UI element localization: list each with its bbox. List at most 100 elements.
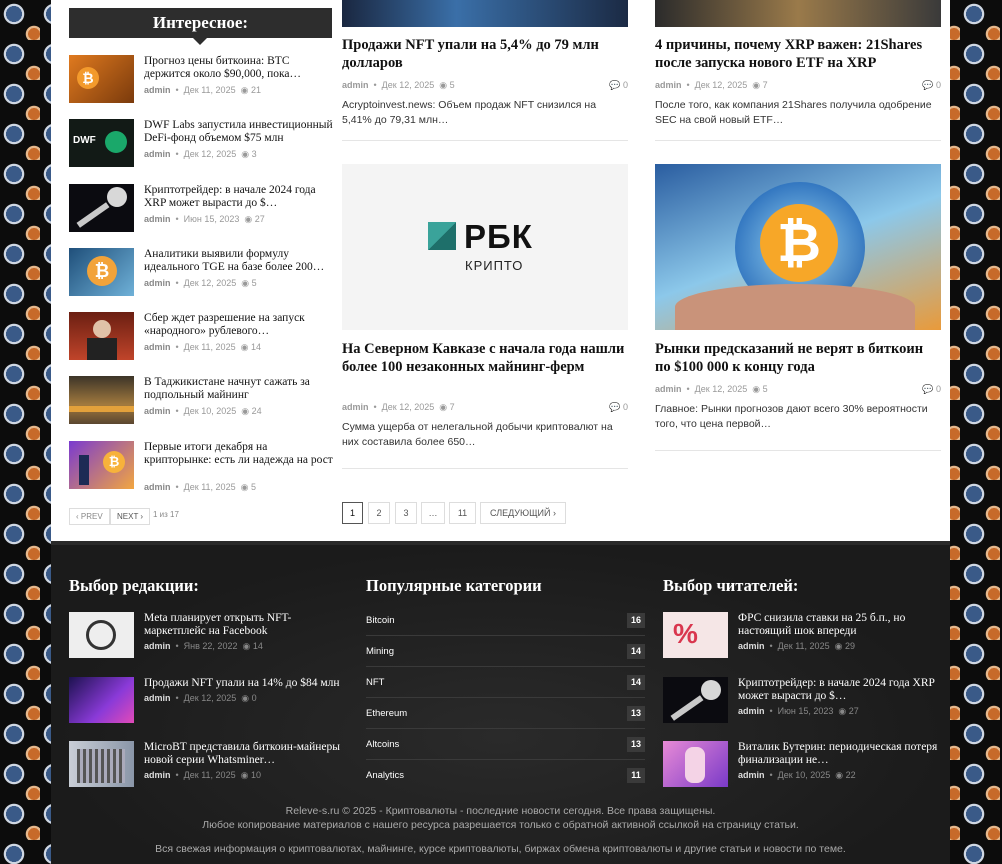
category-item[interactable]: Bitcoin 16 [366, 605, 645, 636]
person-icon [79, 455, 89, 485]
article-title[interactable]: На Северном Кавказе с начала года нашли … [342, 340, 628, 376]
list-item[interactable]: ₿ Прогноз цены биткоина: BTC держится ок… [69, 55, 334, 103]
article-title[interactable]: 4 причины, почему XRP важен: 21Shares по… [655, 36, 941, 72]
thumbnail[interactable] [69, 677, 134, 723]
thumbnail[interactable]: ₿ [69, 55, 134, 103]
thumbnail[interactable]: % [663, 612, 728, 658]
author[interactable]: admin [738, 706, 765, 716]
next-page-button[interactable]: СЛЕДУЮЩИЙ › [480, 502, 566, 524]
article-title[interactable]: Сбер ждет разрешение на запуск «народног… [144, 312, 334, 338]
page-1-button[interactable]: 1 [342, 502, 363, 524]
article-title[interactable]: Криптотрейдер: в начале 2024 года XRP мо… [738, 677, 938, 703]
author[interactable]: admin [144, 214, 171, 224]
category-name[interactable]: Bitcoin [366, 615, 395, 626]
article-meta: admin • Дек 12, 2025 ◉ 5 💬 0 [655, 384, 941, 395]
article-image[interactable] [342, 0, 628, 27]
article-title[interactable]: Продажи NFT упали на 5,4% до 79 млн долл… [342, 36, 628, 72]
article-image[interactable] [655, 0, 941, 27]
category-item[interactable]: NFT 14 [366, 667, 645, 698]
author[interactable]: admin [738, 641, 765, 651]
comments-count[interactable]: 💬 0 [609, 402, 628, 413]
author[interactable]: admin [738, 770, 765, 780]
author[interactable]: admin [144, 770, 171, 780]
list-item[interactable]: Криптотрейдер: в начале 2024 года XRP мо… [69, 184, 334, 232]
list-item[interactable]: Сбер ждет разрешение на запуск «народног… [69, 312, 334, 360]
site-description: Вся свежая информация о криптовалютах, м… [155, 843, 846, 855]
thumbnail[interactable] [69, 312, 134, 360]
author[interactable]: admin [342, 80, 369, 90]
category-name[interactable]: Mining [366, 646, 394, 657]
article-meta: admin • Дек 12, 2025 ◉ 3 [144, 149, 257, 159]
author[interactable]: admin [655, 384, 682, 394]
article-title[interactable]: Meta планирует открыть NFT-маркетплейс н… [144, 612, 344, 638]
article-title[interactable]: Прогноз цены биткоина: BTC держится окол… [144, 55, 334, 81]
list-item[interactable]: DWF DWF Labs запустила инвестиционный De… [69, 119, 334, 167]
rbk-logo-text: РБК [464, 218, 533, 255]
article-image[interactable]: ₿ [655, 164, 941, 330]
author[interactable]: admin [144, 482, 171, 492]
article-title[interactable]: Первые итоги декабря на крипторынке: ест… [144, 441, 334, 467]
comments-count[interactable]: 💬 0 [609, 80, 628, 91]
category-name[interactable]: NFT [366, 677, 384, 688]
category-name[interactable]: Analytics [366, 770, 404, 781]
article-title[interactable]: Аналитики выявили формулу идеального TGE… [144, 248, 334, 274]
divider [655, 450, 941, 451]
thumbnail[interactable]: ₿ [69, 441, 134, 489]
list-item[interactable]: ₿ Первые итоги декабря на крипторынке: е… [69, 441, 334, 492]
author[interactable]: admin [144, 342, 171, 352]
category-item[interactable]: Analytics 11 [366, 760, 645, 791]
article-title[interactable]: Продажи NFT упали на 14% до $84 млн [144, 677, 344, 690]
category-item[interactable]: Mining 14 [366, 636, 645, 667]
page-2-button[interactable]: 2 [368, 502, 390, 524]
category-count: 14 [627, 675, 645, 690]
article-meta: admin • Дек 12, 2025 ◉ 5 💬 0 [342, 80, 628, 91]
prev-button[interactable]: ‹ PREV [69, 508, 110, 525]
author[interactable]: admin [144, 693, 171, 703]
article-image[interactable]: РБК КРИПТО [342, 164, 628, 330]
article-meta: admin • Дек 11, 2025 ◉ 10 [144, 770, 261, 780]
article-title[interactable]: MicroBT представила биткоин-майнеры ново… [144, 741, 344, 767]
author[interactable]: admin [144, 149, 171, 159]
thumbnail[interactable] [663, 677, 728, 723]
list-item[interactable]: Meta планирует открыть NFT-маркетплейс н… [69, 612, 344, 658]
article-title[interactable]: В Таджикистане начнут сажать за подпольн… [144, 376, 334, 402]
page-11-button[interactable]: 11 [449, 502, 476, 524]
list-item[interactable]: MicroBT представила биткоин-майнеры ново… [69, 741, 344, 787]
comment-icon: 💬 [609, 80, 621, 90]
thumbnail[interactable] [69, 376, 134, 424]
author[interactable]: admin [144, 641, 171, 651]
views: 27 [254, 214, 265, 224]
thumbnail[interactable]: DWF [69, 119, 134, 167]
thumbnail[interactable] [69, 184, 134, 232]
article-title[interactable]: DWF Labs запустила инвестиционный DeFi-ф… [144, 119, 334, 145]
list-item[interactable]: ₿ Аналитики выявили формулу идеального T… [69, 248, 334, 296]
list-item[interactable]: Продажи NFT упали на 14% до $84 млн admi… [69, 677, 344, 723]
author[interactable]: admin [144, 406, 171, 416]
thumbnail[interactable] [69, 612, 134, 658]
article-title[interactable]: ФРС снизила ставки на 25 б.п., но настоя… [738, 612, 938, 638]
article-title[interactable]: Рынки предсказаний не верят в биткоин по… [655, 340, 941, 376]
list-item[interactable]: % ФРС снизила ставки на 25 б.п., но наст… [663, 612, 943, 658]
miner-device-icon [77, 749, 125, 783]
category-name[interactable]: Altcoins [366, 739, 399, 750]
category-name[interactable]: Ethereum [366, 708, 407, 719]
list-item[interactable]: Криптотрейдер: в начале 2024 года XRP мо… [663, 677, 943, 723]
next-button[interactable]: NEXT › [110, 508, 151, 525]
category-item[interactable]: Ethereum 13 [366, 698, 645, 729]
article-title[interactable]: Виталик Бутерин: периодическая потеря фи… [738, 741, 938, 767]
thumbnail[interactable] [663, 741, 728, 787]
author[interactable]: admin [144, 85, 171, 95]
page-3-button[interactable]: 3 [395, 502, 417, 524]
category-item[interactable]: Altcoins 13 [366, 729, 645, 760]
list-item[interactable]: Виталик Бутерин: периодическая потеря фи… [663, 741, 943, 787]
author[interactable]: admin [144, 278, 171, 288]
editors-heading: Выбор редакции: [69, 576, 199, 595]
article-title[interactable]: Криптотрейдер: в начале 2024 года XRP мо… [144, 184, 334, 210]
comments-count[interactable]: 💬 0 [922, 80, 941, 91]
comments-count[interactable]: 💬 0 [922, 384, 941, 395]
thumbnail[interactable] [69, 741, 134, 787]
thumbnail[interactable]: ₿ [69, 248, 134, 296]
list-item[interactable]: В Таджикистане начнут сажать за подпольн… [69, 376, 334, 424]
author[interactable]: admin [342, 402, 369, 412]
author[interactable]: admin [655, 80, 682, 90]
